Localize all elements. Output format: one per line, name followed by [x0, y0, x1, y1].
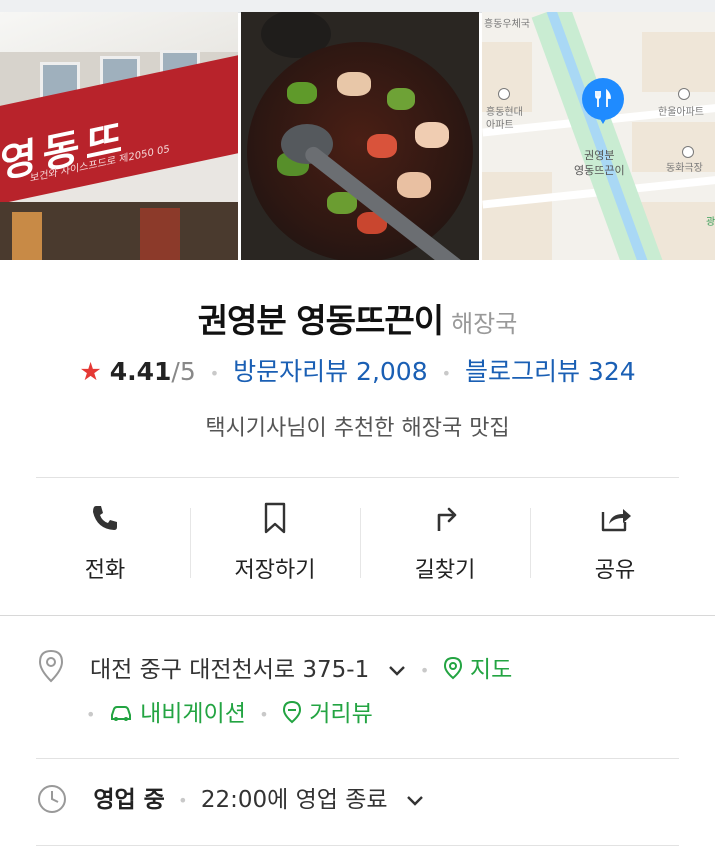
apartment-poi-icon [678, 88, 690, 100]
blog-reviews-link[interactable]: 블로그리뷰 324 [465, 357, 636, 386]
restaurant-pin-icon[interactable] [582, 78, 624, 124]
map-label: 흥동우체국 [484, 19, 530, 30]
theater-poi-icon [682, 146, 694, 158]
rating-row: ★ 4.41/5 • 방문자리뷰 2,008 • 블로그리뷰 324 [0, 352, 715, 388]
map-pin-icon [443, 656, 462, 680]
pepper-slice [387, 88, 415, 110]
separator-dot: • [259, 705, 269, 724]
food-photo[interactable] [241, 12, 479, 260]
map-label: 동화극장 [666, 163, 703, 174]
chili-piece [367, 134, 397, 158]
chevron-down-icon[interactable] [387, 664, 407, 678]
place-tagline: 택시기사님이 추천한 해장국 맛집 [205, 416, 510, 441]
navigation-links: • 내비게이션 • 거리뷰 [86, 694, 373, 728]
radish-piece [337, 72, 371, 96]
share-icon [601, 509, 631, 532]
fork-knife-icon [595, 89, 611, 107]
rating-value: 4.41 [109, 357, 172, 386]
map-label: 흥동현대 [486, 107, 523, 118]
address-line: 대전 중구 대전천서로 375-1 • 지도 [90, 650, 512, 684]
action-bar: 전화 저장하기 길찾기 공유 [20, 490, 700, 600]
location-pin-icon [38, 649, 64, 683]
action-separator [360, 508, 361, 578]
map-block [482, 42, 532, 112]
save-label: 저장하기 [234, 558, 316, 583]
map-thumbnail[interactable]: 흥동우체국 흥동현대 아파트 한울아파트 동화극장 광 권영분 영동뜨끈이 [482, 12, 715, 260]
share-button[interactable]: 공유 [530, 490, 700, 600]
map-block [482, 172, 552, 260]
call-label: 전화 [84, 558, 126, 583]
place-category: 해장국 [451, 310, 518, 338]
separator-dot: • [86, 705, 96, 724]
call-button[interactable]: 전화 [20, 490, 190, 600]
divider [36, 845, 679, 846]
open-status: 영업 중 [93, 787, 165, 813]
storefront-photo[interactable]: 영동뜨 보건와 사이스프드로 제2050 05 [0, 12, 238, 260]
map-link[interactable]: 지도 [443, 656, 513, 683]
car-icon [110, 706, 131, 721]
navigation-label: 내비게이션 [140, 701, 246, 727]
hours-row[interactable]: 영업 중 • 22:00에 영업 종료 [36, 780, 696, 815]
address-text: 대전 중구 대전천서로 375-1 [90, 657, 370, 683]
map-label: 아파트 [486, 120, 514, 131]
divider [36, 477, 679, 478]
place-header: 권영분 영동뜨끈이 해장국 [0, 294, 715, 342]
separator-dot: • [419, 661, 430, 680]
share-label: 공유 [594, 558, 636, 583]
directions-icon [437, 507, 457, 531]
store-entrance [0, 202, 238, 260]
pin-label-line: 영동뜨끈이 [574, 164, 625, 177]
radish-piece [397, 172, 431, 198]
closing-time: 22:00에 영업 종료 [200, 787, 388, 813]
navigation-link[interactable]: 내비게이션 [109, 701, 253, 727]
map-label: 광 [706, 217, 715, 228]
separator-dot: • [178, 791, 188, 810]
action-separator [190, 508, 191, 578]
door [140, 208, 180, 260]
pin-label: 권영분 영동뜨끈이 [574, 148, 625, 178]
map-block [642, 32, 715, 92]
chevron-down-icon[interactable] [405, 794, 425, 808]
map-label: 한울아파트 [658, 107, 704, 118]
food-bowl [247, 42, 473, 260]
door [12, 212, 42, 260]
address-row: 대전 중구 대전천서로 375-1 • 지도 [36, 646, 696, 686]
directions-button[interactable]: 길찾기 [360, 490, 530, 600]
separator-dot: • [441, 363, 452, 383]
street-view-link[interactable]: 거리뷰 [282, 700, 373, 727]
action-separator [530, 508, 531, 578]
pin-label-line: 권영분 [584, 149, 615, 162]
directions-label: 길찾기 [414, 558, 476, 583]
street-view-label: 거리뷰 [309, 701, 373, 727]
map-link-label: 지도 [469, 657, 513, 683]
rating-scale: /5 [171, 357, 196, 386]
star-icon: ★ [79, 357, 102, 386]
bookmark-icon [264, 502, 286, 534]
pepper-slice [287, 82, 317, 104]
visitor-reviews-link[interactable]: 방문자리뷰 2,008 [233, 357, 428, 386]
separator-dot: • [209, 363, 220, 383]
save-button[interactable]: 저장하기 [190, 490, 360, 600]
street-view-icon [282, 700, 301, 724]
clock-icon [38, 785, 66, 813]
radish-piece [415, 122, 449, 148]
apartment-poi-icon [498, 88, 510, 100]
photo-strip[interactable]: 영동뜨 보건와 사이스프드로 제2050 05 흥동우체국 흥동현대 아파트 한… [0, 12, 715, 260]
divider [0, 615, 715, 616]
place-name: 권영분 영동뜨끈이 [197, 301, 444, 340]
phone-icon [93, 506, 117, 530]
divider [36, 758, 679, 759]
